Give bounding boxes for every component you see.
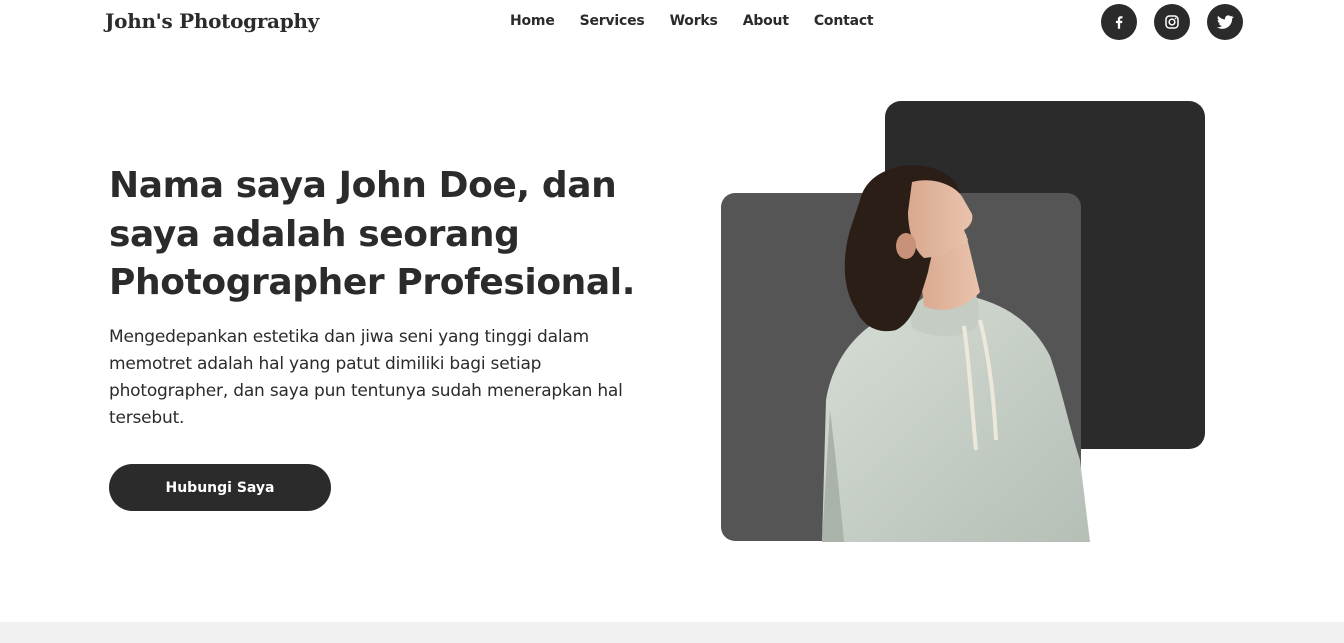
instagram-button[interactable] bbox=[1154, 4, 1190, 40]
photographer-portrait bbox=[800, 160, 1120, 542]
brand-logo[interactable]: John's Photography bbox=[105, 9, 319, 33]
facebook-icon bbox=[1115, 16, 1123, 29]
nav-link-contact[interactable]: Contact bbox=[814, 13, 874, 29]
facebook-button[interactable] bbox=[1101, 4, 1137, 40]
hero-title: Nama saya John Doe, dan saya adalah seor… bbox=[109, 165, 635, 303]
twitter-button[interactable] bbox=[1207, 4, 1243, 40]
nav-links: Home Services Works About Contact bbox=[510, 13, 874, 29]
navbar: John's Photography Home Services Works A… bbox=[0, 0, 1344, 44]
nav-link-services[interactable]: Services bbox=[580, 13, 645, 29]
instagram-icon bbox=[1165, 15, 1179, 29]
nav-link-about[interactable]: About bbox=[743, 13, 789, 29]
twitter-icon bbox=[1216, 15, 1234, 29]
nav-link-home[interactable]: Home bbox=[510, 13, 555, 29]
footer-strip bbox=[0, 622, 1344, 643]
hero-description: Mengedepankan estetika dan jiwa seni yan… bbox=[109, 327, 623, 428]
nav-link-works[interactable]: Works bbox=[670, 13, 718, 29]
contact-me-button[interactable]: Hubungi Saya bbox=[109, 464, 331, 511]
social-links bbox=[1101, 4, 1243, 40]
